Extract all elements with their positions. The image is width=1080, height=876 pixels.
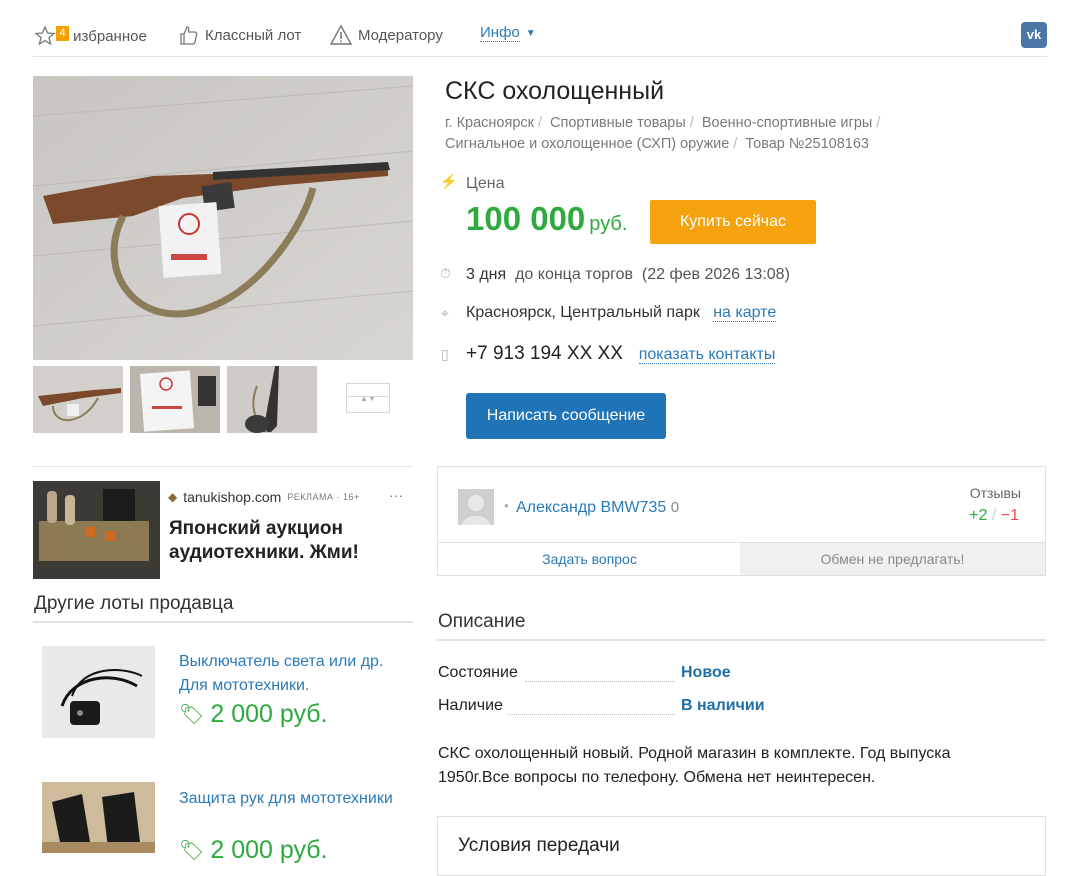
availability-value: В наличии bbox=[681, 697, 765, 714]
seller-name[interactable]: Александр BMW735 bbox=[516, 499, 666, 516]
info-dropdown[interactable]: Инфо ▼ bbox=[480, 24, 536, 42]
dotted-leader bbox=[508, 713, 675, 715]
delivery-heading: Условия передачи bbox=[458, 835, 620, 856]
price-amount: 100 000 bbox=[466, 200, 586, 237]
condition-value: Новое bbox=[681, 664, 731, 681]
price-tag-icon: 🏷 bbox=[179, 704, 205, 726]
ad-tag: РЕКЛАМА · 16+ bbox=[287, 492, 360, 502]
breadcrumb-item[interactable]: Сигнальное и охолощенное (СХП) оружие bbox=[445, 136, 729, 152]
seller-box: ● Александр BMW735 0 Отзывы +2 / −1 Зада… bbox=[437, 466, 1046, 576]
clock-icon: ⏱ bbox=[440, 265, 451, 281]
time-left: 3 дня до конца торгов (22 фев 2026 13:08… bbox=[466, 266, 790, 284]
thumbnail-2[interactable] bbox=[130, 366, 220, 433]
dotted-leader bbox=[525, 680, 675, 682]
reviews-counts[interactable]: +2 / −1 bbox=[969, 507, 1019, 525]
show-contacts-link[interactable]: показать контакты bbox=[638, 346, 776, 364]
caret-down-icon: ▼ bbox=[525, 27, 536, 39]
avatar[interactable] bbox=[458, 489, 494, 525]
other-lot-price-value: 2 000 руб. bbox=[210, 836, 328, 864]
thumbs-up-icon bbox=[180, 26, 198, 45]
moderator-label: Модератору bbox=[358, 26, 443, 44]
negative-reviews: −1 bbox=[1000, 507, 1019, 524]
seller-info: Александр BMW735 0 bbox=[516, 499, 679, 517]
breadcrumb-item[interactable]: г. Красноярск bbox=[445, 115, 534, 131]
tanuki-logo-icon: ◆ bbox=[168, 490, 178, 504]
top-toolbar: 4 В избранное Классный лот Модератору Ин… bbox=[33, 14, 1047, 57]
map-link[interactable]: на карте bbox=[713, 304, 777, 322]
classy-lot-button[interactable]: Классный лот bbox=[177, 24, 301, 46]
ad-text: Японский аукцион аудиотехники. Жми! bbox=[169, 518, 359, 563]
lot-thumbnail[interactable] bbox=[42, 646, 155, 738]
time-left-text: до конца торгов bbox=[515, 266, 634, 283]
description-heading: Описание bbox=[438, 611, 526, 632]
location-text: Красноярск, Центральный парк bbox=[466, 304, 700, 321]
breadcrumb: г. Красноярск / Спортивные товары / Военно… bbox=[445, 115, 881, 152]
favorites-count-badge: 4 bbox=[56, 26, 69, 41]
other-lot-price: 🏷 2 000 руб. bbox=[179, 836, 328, 865]
seller-rating: 0 bbox=[670, 499, 680, 516]
price-tag-icon: 🏷 bbox=[179, 840, 205, 862]
ask-question-button[interactable]: Задать вопрос bbox=[438, 542, 742, 575]
info-label: Инфо bbox=[480, 24, 520, 42]
phone-number: +7 913 194 XX XX bbox=[466, 343, 623, 364]
availability-label: Наличие bbox=[438, 697, 503, 714]
breadcrumb-item[interactable]: Военно-спортивные игры bbox=[702, 115, 872, 131]
ad-block[interactable]: ◆ tanukishop.com РЕКЛАМА · 16+ ··· Японс… bbox=[33, 466, 413, 579]
moderator-button[interactable]: Модератору bbox=[330, 24, 443, 46]
favorites-label: В избранное bbox=[59, 27, 147, 45]
phone: +7 913 194 XX XX показать контакты bbox=[466, 343, 776, 365]
lightning-icon: ⚡ bbox=[440, 173, 458, 189]
thumbnail-1[interactable] bbox=[33, 366, 123, 433]
lot-number: Товар №25108163 bbox=[745, 136, 869, 152]
breadcrumb-item[interactable]: Спортивные товары bbox=[550, 115, 686, 131]
price-currency: руб. bbox=[589, 213, 628, 235]
ad-domain: tanukishop.com bbox=[183, 489, 282, 505]
other-lots-heading: Другие лоты продавца bbox=[34, 593, 234, 614]
ad-image bbox=[33, 481, 160, 579]
reviews-label: Отзывы bbox=[969, 485, 1021, 501]
divider bbox=[33, 621, 413, 623]
thumbnail-3[interactable] bbox=[227, 366, 317, 433]
price-value: 100 000 руб. bbox=[466, 200, 627, 238]
description-text: СКС охолощенный новый. Родной магазин в … bbox=[438, 745, 951, 786]
delivery-box: Условия передачи bbox=[437, 816, 1046, 876]
ad-header: ◆ tanukishop.com РЕКЛАМА · 16+ bbox=[168, 489, 360, 505]
lot-thumbnail[interactable] bbox=[42, 782, 155, 853]
favorites-button[interactable]: 4 В избранное bbox=[33, 24, 147, 48]
positive-reviews: +2 bbox=[969, 507, 988, 524]
price-label: Цена bbox=[466, 175, 505, 192]
more-photos-icon[interactable]: ▲▼ bbox=[346, 383, 390, 413]
other-lot-price-value: 2 000 руб. bbox=[210, 700, 328, 728]
divider bbox=[437, 639, 1046, 641]
write-message-button[interactable]: Написать сообщение bbox=[466, 393, 666, 439]
main-photo[interactable] bbox=[32, 76, 414, 360]
phone-icon: ▯ bbox=[441, 346, 449, 362]
online-status-icon: ● bbox=[504, 501, 509, 510]
auction-end-date: (22 фев 2026 13:08) bbox=[641, 266, 790, 283]
reviews-separator: / bbox=[991, 507, 997, 524]
buy-now-button[interactable]: Купить сейчас bbox=[650, 200, 816, 244]
lot-title: СКС охолощенный bbox=[445, 77, 665, 105]
star-icon bbox=[34, 25, 56, 46]
no-exchange-notice: Обмен не предлагать! bbox=[740, 542, 1045, 575]
ad-more-button[interactable]: ··· bbox=[389, 487, 403, 503]
other-lot-title[interactable]: Защита рук для мототехники bbox=[179, 787, 409, 811]
other-lot-price: 🏷 2 000 руб. bbox=[179, 700, 328, 729]
vk-icon[interactable]: vk bbox=[1021, 22, 1047, 48]
map-pin-icon: ⌖ bbox=[441, 305, 449, 321]
condition-label: Состояние bbox=[438, 664, 518, 681]
warning-icon bbox=[330, 24, 352, 45]
location: Красноярск, Центральный парк на карте bbox=[466, 304, 777, 322]
time-left-days: 3 дня bbox=[466, 266, 507, 283]
classy-lot-label: Классный лот bbox=[205, 26, 302, 44]
other-lot-title[interactable]: Выключатель света или др. Для мототехник… bbox=[179, 650, 409, 698]
